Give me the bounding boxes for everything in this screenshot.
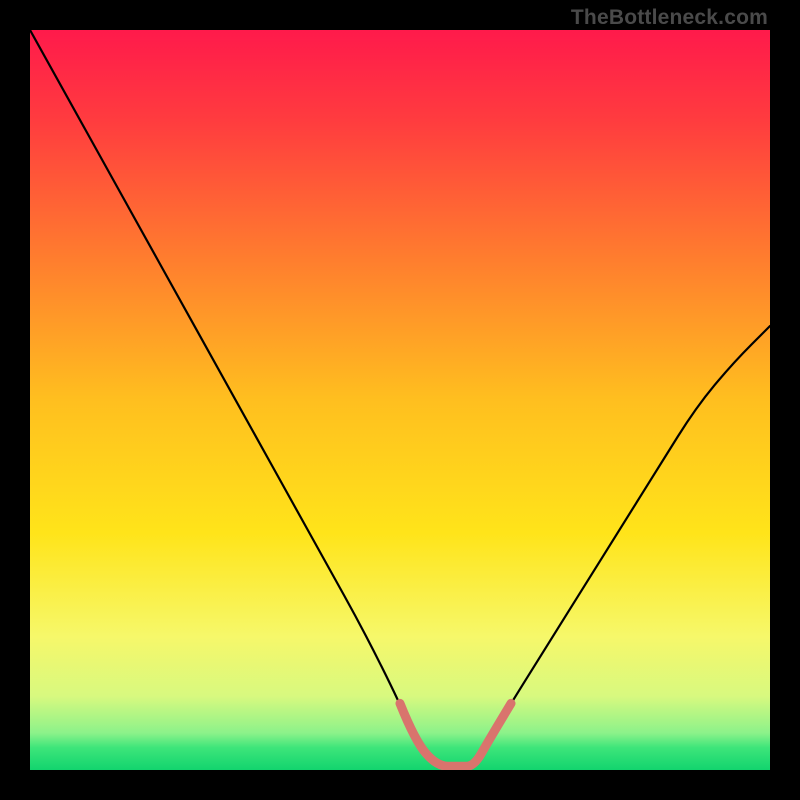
curve-layer — [30, 30, 770, 770]
bottleneck-curve — [30, 30, 770, 766]
plot-area — [30, 30, 770, 770]
watermark-text: TheBottleneck.com — [571, 6, 768, 30]
chart-frame: TheBottleneck.com — [0, 0, 800, 800]
optimal-zone-highlight — [400, 703, 511, 766]
